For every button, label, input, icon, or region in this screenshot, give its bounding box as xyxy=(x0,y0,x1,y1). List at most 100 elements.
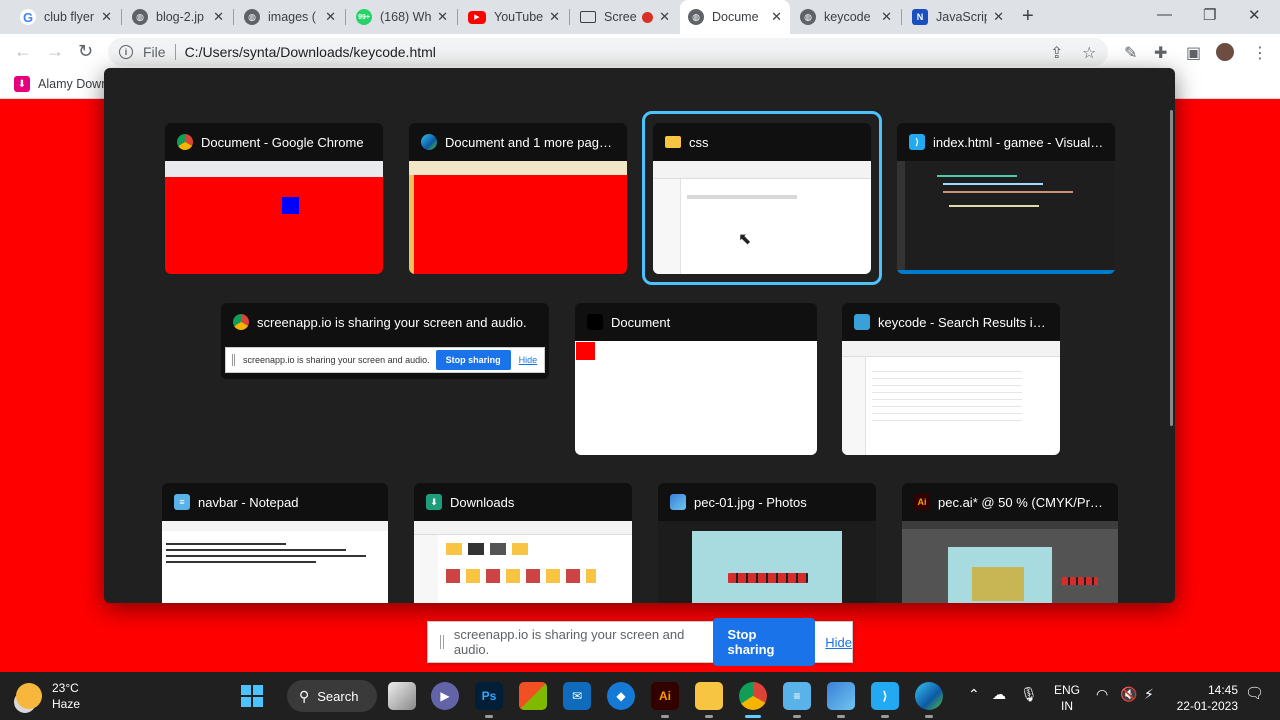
close-icon[interactable]: ✕ xyxy=(771,9,782,25)
window-keycode-search[interactable]: keycode - Search Results in D... xyxy=(842,303,1060,455)
close-icon[interactable]: ✕ xyxy=(325,9,336,25)
drag-handle-icon[interactable] xyxy=(440,635,444,649)
language-indicator[interactable]: ENG IN xyxy=(1054,682,1080,714)
eyedropper-extension-icon[interactable]: ✎ xyxy=(1124,43,1137,63)
photos-taskbar-icon[interactable] xyxy=(827,682,855,718)
mail-icon[interactable]: ✉ xyxy=(563,682,591,710)
close-icon[interactable]: ✕ xyxy=(549,9,560,25)
tab-whatsapp[interactable]: 99+ (168) Wh ✕ xyxy=(348,0,456,34)
illustrator-taskbar-icon[interactable]: Ai xyxy=(651,682,679,718)
chrome-taskbar-icon[interactable] xyxy=(739,682,767,718)
window-illustrator[interactable]: Ai pec.ai* @ 50 % (CMYK/Previe... xyxy=(902,483,1118,603)
share-icon[interactable]: ⇪ xyxy=(1050,43,1063,63)
close-icon[interactable]: ✕ xyxy=(881,9,892,25)
windows-logo-icon xyxy=(241,685,263,707)
minimize-icon[interactable]: — xyxy=(1157,6,1172,23)
start-button[interactable] xyxy=(238,682,266,710)
microphone-icon[interactable]: 🎙 xyxy=(1020,686,1038,703)
weather-widget[interactable]: 23°C Haze xyxy=(16,680,80,712)
side-panel-icon[interactable]: ▣ xyxy=(1186,43,1201,63)
thumb-text-line xyxy=(166,549,346,551)
onedrive-cloud-icon[interactable]: ☁ xyxy=(992,686,1006,703)
window-vscode[interactable]: ⟩ index.html - gamee - Visual St... xyxy=(897,123,1115,274)
tab-label: images ( xyxy=(268,10,316,24)
window-chrome-document[interactable]: Document - Google Chrome xyxy=(165,123,383,274)
language-line2: IN xyxy=(1061,699,1073,713)
bookmark-alamy[interactable]: ⬇ Alamy Down xyxy=(14,76,108,92)
tab-label: YouTube xyxy=(494,10,544,24)
whatsapp-icon: 99+ xyxy=(356,9,372,25)
thumb-folder xyxy=(446,543,462,555)
file-explorer-icon[interactable] xyxy=(695,682,723,718)
close-icon[interactable]: ✕ xyxy=(993,9,1004,25)
new-tab-button[interactable]: + xyxy=(1022,5,1034,28)
restore-icon[interactable]: ❐ xyxy=(1203,6,1216,24)
task-switcher: Document - Google Chrome Document and 1 … xyxy=(104,68,1175,603)
vscode-taskbar-icon[interactable]: ⟩ xyxy=(871,682,899,718)
bookmark-label: Alamy Down xyxy=(38,77,109,91)
volume-muted-icon[interactable]: 🔇 xyxy=(1120,686,1137,703)
window-edge-document[interactable]: Document and 1 more page -... xyxy=(409,123,627,274)
notepad-taskbar-icon[interactable]: ≡ xyxy=(783,682,811,718)
menu-icon[interactable]: ⋮ xyxy=(1252,43,1268,63)
forward-icon[interactable]: → xyxy=(46,41,64,62)
battery-charging-icon[interactable]: ⚡ xyxy=(1144,686,1154,703)
tab-club-flyer[interactable]: G club flyer ✕ xyxy=(12,0,120,34)
window-document-blank[interactable]: Document xyxy=(575,303,817,455)
window-downloads[interactable]: ⬇ Downloads xyxy=(414,483,632,603)
extensions-icon[interactable]: ✚ xyxy=(1154,43,1167,63)
photoshop-icon[interactable]: Ps xyxy=(475,682,503,718)
hide-link[interactable]: Hide xyxy=(825,635,852,650)
chevron-up-icon[interactable]: ⌃ xyxy=(968,686,980,703)
clock[interactable]: 14:45 22-01-2023 xyxy=(1172,682,1238,714)
window-notepad[interactable]: ≡ navbar - Notepad xyxy=(162,483,388,603)
window-title: pec-01.jpg - Photos xyxy=(694,494,807,510)
tab-document[interactable]: ◍ Docume ✕ xyxy=(680,0,790,34)
store-icon[interactable] xyxy=(519,682,547,710)
close-icon[interactable]: ✕ xyxy=(101,9,112,25)
switcher-scrollbar[interactable] xyxy=(1170,110,1173,426)
profile-avatar[interactable] xyxy=(1214,41,1236,63)
bookmark-star-icon[interactable]: ☆ xyxy=(1082,43,1096,63)
tab-blog[interactable]: ◍ blog-2.jp ✕ xyxy=(124,0,232,34)
weather-condition: Haze xyxy=(52,697,81,711)
window-thumbnail: screenapp.io is sharing your screen and … xyxy=(221,341,549,379)
clock-time: 14:45 xyxy=(1207,683,1238,697)
edge-taskbar-icon[interactable] xyxy=(915,682,943,718)
thumb-explorer-nav xyxy=(414,535,438,603)
reload-icon[interactable]: ↻ xyxy=(78,41,93,62)
teams-chat-icon[interactable]: ▶ xyxy=(431,682,459,710)
back-icon[interactable]: ← xyxy=(14,41,32,62)
stop-sharing-button[interactable]: Stop sharing xyxy=(712,618,816,666)
edge-icon xyxy=(421,134,437,150)
tab-keycode[interactable]: ◍ keycode ✕ xyxy=(792,0,900,34)
window-thumbnail xyxy=(414,521,632,603)
thumb-hide: Hide xyxy=(518,355,538,365)
window-screenapp-sharing[interactable]: screenapp.io is sharing your screen and … xyxy=(221,303,549,379)
window-photos[interactable]: pec-01.jpg - Photos xyxy=(658,483,876,603)
address-bar[interactable]: i File C:/Users/synta/Downloads/keycode.… xyxy=(108,38,1108,66)
tab-images[interactable]: ◍ images ( ✕ xyxy=(236,0,344,34)
close-icon[interactable]: ✕ xyxy=(659,9,670,25)
notification-icon[interactable]: 🗨 xyxy=(1245,684,1264,702)
window-close-icon[interactable]: ✕ xyxy=(1248,6,1261,24)
close-icon[interactable]: ✕ xyxy=(437,9,448,25)
download-icon: ⬇ xyxy=(14,76,30,92)
thumb-file xyxy=(490,543,506,555)
tab-youtube[interactable]: ▶ YouTube ✕ xyxy=(460,0,568,34)
tab-label: Scree xyxy=(604,10,637,24)
defender-icon[interactable]: ◆ xyxy=(607,682,635,710)
tab-screenapp[interactable]: Scree ✕ xyxy=(572,0,678,34)
info-icon[interactable]: i xyxy=(119,45,133,59)
address-scheme: File xyxy=(143,44,166,60)
window-thumbnail xyxy=(842,341,1060,455)
window-title: index.html - gamee - Visual St... xyxy=(933,134,1115,150)
thumb-code-line xyxy=(943,183,1043,185)
tab-javascript[interactable]: N JavaScrip ✕ xyxy=(904,0,1012,34)
wifi-icon[interactable]: ◠ xyxy=(1096,686,1108,703)
task-view-icon[interactable] xyxy=(388,682,416,710)
taskbar-search[interactable]: ⚲ Search xyxy=(287,680,377,712)
close-icon[interactable]: ✕ xyxy=(213,9,224,25)
language-line1: ENG xyxy=(1054,683,1081,697)
thumb-activity-bar xyxy=(897,161,905,274)
